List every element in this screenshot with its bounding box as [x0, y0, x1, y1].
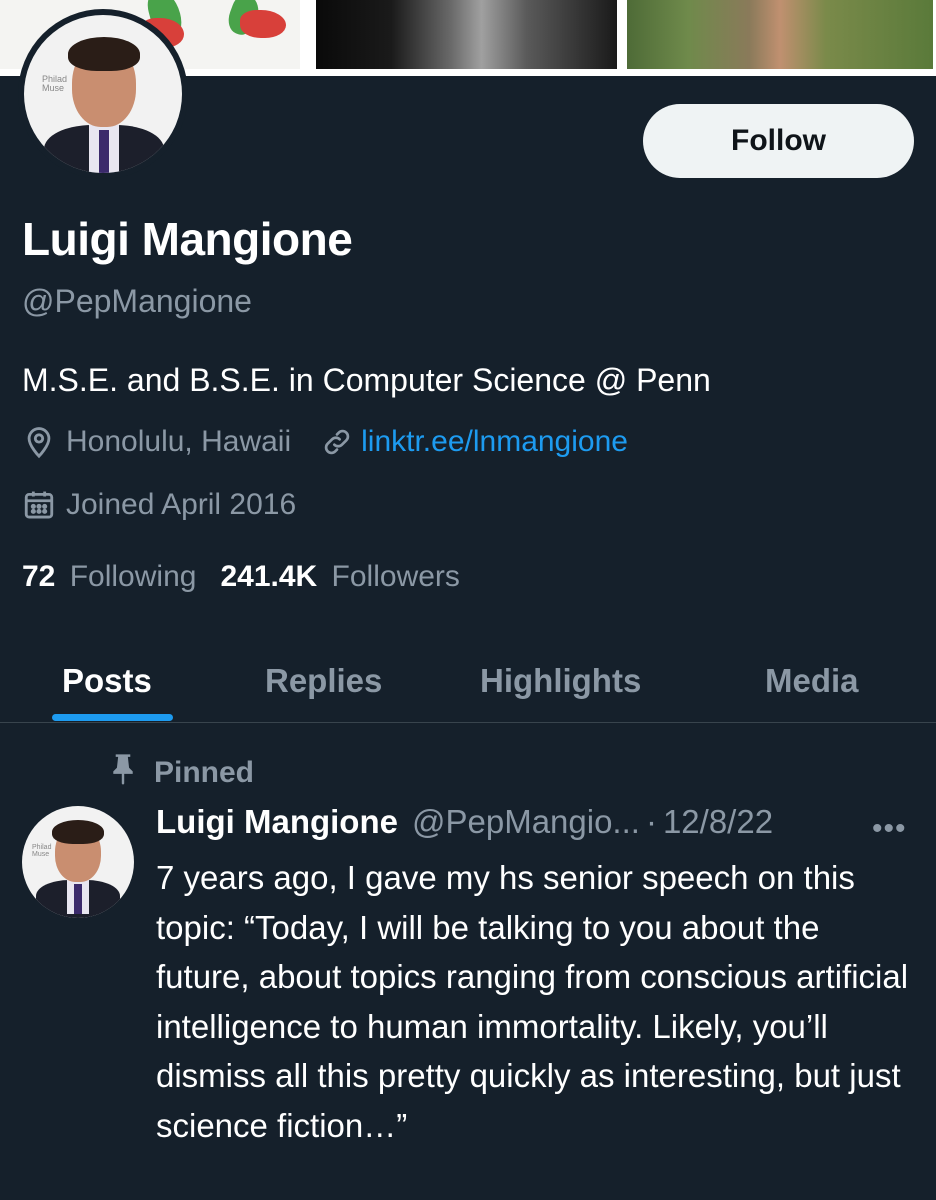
avatar-watermark: Philad Muse [42, 74, 68, 93]
followers-count: 241.4K [220, 560, 318, 593]
post-separator: · [645, 803, 657, 840]
pinned-label: Pinned [154, 756, 255, 789]
pinned-indicator: Pinned [108, 752, 254, 794]
avatar-photo: Philad Muse [24, 15, 182, 173]
profile-name: Luigi Mangione [22, 213, 353, 265]
post-date[interactable]: 12/8/22 [663, 803, 773, 841]
banner-image-xray[interactable] [316, 0, 617, 69]
followers-label: Followers [331, 560, 460, 593]
following-label: Following [69, 560, 197, 593]
profile-meta-location-link: Honolulu, Hawaii linktr.ee/lnmangione [22, 425, 628, 459]
profile-tabs: Posts Replies Highlights Media [0, 640, 936, 723]
avatar-watermark: Philad Muse [32, 844, 52, 858]
post-author-avatar[interactable]: Philad Muse [22, 806, 134, 918]
profile-avatar[interactable]: Philad Muse [18, 9, 188, 179]
pin-icon [108, 752, 138, 794]
profile-stats: 72 Following 241.4K Followers [22, 560, 460, 594]
tab-media[interactable]: Media [765, 640, 859, 722]
tab-replies[interactable]: Replies [265, 640, 382, 722]
post-text: 7 years ago, I gave my hs senior speech … [156, 859, 909, 1144]
following-link[interactable]: 72 Following [22, 560, 196, 594]
tab-highlights[interactable]: Highlights [480, 640, 641, 722]
cartoon-foot-shape [240, 10, 286, 38]
post-author-name[interactable]: Luigi Mangione [156, 803, 398, 841]
follow-button[interactable]: Follow [643, 104, 914, 178]
active-tab-indicator [52, 714, 173, 721]
followers-link[interactable]: 241.4K Followers [220, 560, 459, 594]
link-icon [321, 426, 353, 458]
following-count: 72 [22, 560, 56, 593]
profile-meta-joined: Joined April 2016 [22, 488, 296, 522]
post-author-handle[interactable]: @PepMangio... [412, 803, 640, 841]
location-pin-icon [22, 425, 56, 459]
calendar-icon [22, 488, 56, 522]
tab-posts[interactable]: Posts [62, 640, 152, 722]
avatar-tie [99, 130, 109, 173]
avatar-hair [52, 820, 104, 844]
profile-joined-date: Joined April 2016 [66, 488, 297, 521]
avatar-hair [68, 37, 140, 71]
post-header: Luigi Mangione @PepMangio... · 12/8/22 [156, 803, 773, 841]
more-horizontal-icon[interactable]: ••• [872, 812, 907, 846]
profile-handle: @PepMangione [22, 283, 252, 319]
banner-image-jungle[interactable] [627, 0, 933, 69]
profile-bio: M.S.E. and B.S.E. in Computer Science @ … [22, 362, 711, 398]
profile-website-link[interactable]: linktr.ee/lnmangione [361, 425, 628, 459]
avatar-tie [74, 884, 82, 914]
profile-location: Honolulu, Hawaii [66, 425, 292, 458]
